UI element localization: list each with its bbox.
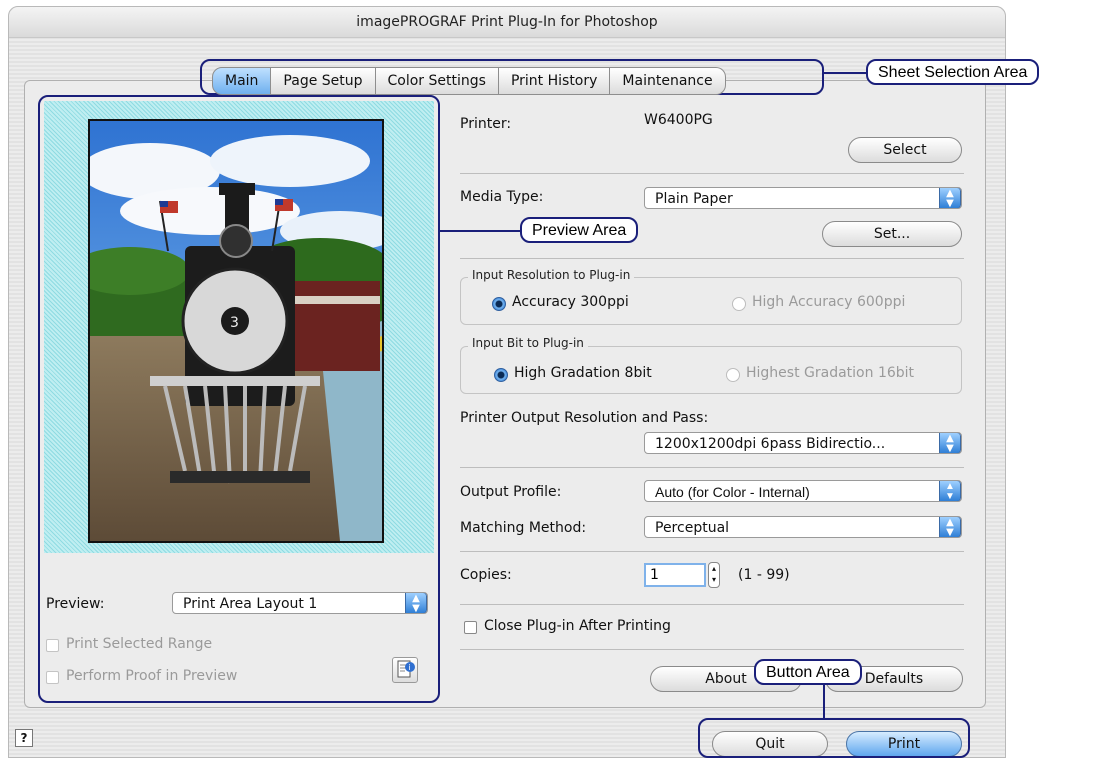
tab-page-setup[interactable]: Page Setup bbox=[271, 67, 376, 95]
output-resolution-select[interactable]: 1200x1200dpi 6pass Bidirectio... ▲ ▼ bbox=[644, 432, 962, 454]
highest-gradation-16bit-radio[interactable] bbox=[726, 368, 740, 382]
window-title: imagePROGRAF Print Plug-In for Photoshop bbox=[9, 7, 1005, 38]
matching-method-value: Perceptual bbox=[655, 520, 730, 536]
tab-print-history[interactable]: Print History bbox=[498, 67, 611, 95]
separator bbox=[460, 649, 964, 650]
popup-arrows-icon: ▲ ▼ bbox=[939, 517, 961, 537]
callout-connector bbox=[824, 72, 868, 74]
matching-method-label: Matching Method: bbox=[460, 520, 587, 536]
input-resolution-group-label: Input Resolution to Plug-in bbox=[468, 268, 635, 282]
close-after-printing-label: Close Plug-in After Printing bbox=[484, 618, 671, 634]
preview-area-callout-box bbox=[38, 95, 440, 703]
popup-arrows-icon: ▲ ▼ bbox=[939, 188, 961, 208]
input-bit-group-label: Input Bit to Plug-in bbox=[468, 336, 588, 350]
media-type-label: Media Type: bbox=[460, 189, 544, 205]
help-icon[interactable]: ? bbox=[15, 729, 33, 747]
tab-color-settings[interactable]: Color Settings bbox=[375, 67, 499, 95]
output-profile-value: Auto (for Color - Internal) bbox=[655, 484, 810, 500]
accuracy-300ppi-label: Accuracy 300ppi bbox=[512, 294, 629, 310]
close-after-printing-checkbox[interactable] bbox=[464, 621, 477, 634]
copies-range: (1 - 99) bbox=[738, 567, 790, 583]
copies-stepper[interactable]: ▴ ▾ bbox=[708, 562, 720, 588]
separator bbox=[460, 604, 964, 605]
button-area-callout-label: Button Area bbox=[754, 659, 862, 685]
accuracy-300ppi-radio[interactable] bbox=[492, 297, 506, 311]
output-resolution-label: Printer Output Resolution and Pass: bbox=[460, 410, 709, 426]
copies-label: Copies: bbox=[460, 567, 512, 583]
tab-maintenance[interactable]: Maintenance bbox=[610, 67, 726, 95]
separator bbox=[460, 258, 964, 259]
sheet-selection-callout-label: Sheet Selection Area bbox=[866, 59, 1040, 85]
media-type-value: Plain Paper bbox=[655, 191, 733, 207]
callout-connector bbox=[823, 684, 825, 718]
select-printer-button[interactable]: Select bbox=[848, 137, 962, 163]
output-resolution-value: 1200x1200dpi 6pass Bidirectio... bbox=[655, 436, 886, 452]
output-profile-label: Output Profile: bbox=[460, 484, 562, 500]
media-set-button[interactable]: Set... bbox=[822, 221, 962, 247]
high-accuracy-600ppi-radio[interactable] bbox=[732, 297, 746, 311]
popup-arrows-icon: ▲ ▼ bbox=[939, 481, 961, 501]
output-profile-select[interactable]: Auto (for Color - Internal) ▲ ▼ bbox=[644, 480, 962, 502]
media-type-select[interactable]: Plain Paper ▲ ▼ bbox=[644, 187, 962, 209]
popup-arrows-icon: ▲ ▼ bbox=[939, 433, 961, 453]
high-accuracy-600ppi-label: High Accuracy 600ppi bbox=[752, 294, 906, 310]
printer-label: Printer: bbox=[460, 116, 512, 132]
high-gradation-8bit-radio[interactable] bbox=[494, 368, 508, 382]
highest-gradation-16bit-label: Highest Gradation 16bit bbox=[746, 365, 915, 381]
preview-area-callout-label: Preview Area bbox=[520, 217, 639, 243]
separator bbox=[460, 173, 964, 174]
high-gradation-8bit-label: High Gradation 8bit bbox=[514, 365, 652, 381]
button-area-callout-box bbox=[698, 718, 970, 758]
separator bbox=[460, 551, 964, 552]
tab-main[interactable]: Main bbox=[212, 67, 272, 95]
sheet-tabs: Main Page Setup Color Settings Print His… bbox=[212, 67, 726, 95]
separator bbox=[460, 467, 964, 468]
printer-value: W6400PG bbox=[644, 112, 713, 128]
matching-method-select[interactable]: Perceptual ▲ ▼ bbox=[644, 516, 962, 538]
copies-input[interactable] bbox=[644, 563, 706, 587]
callout-connector bbox=[440, 230, 522, 232]
